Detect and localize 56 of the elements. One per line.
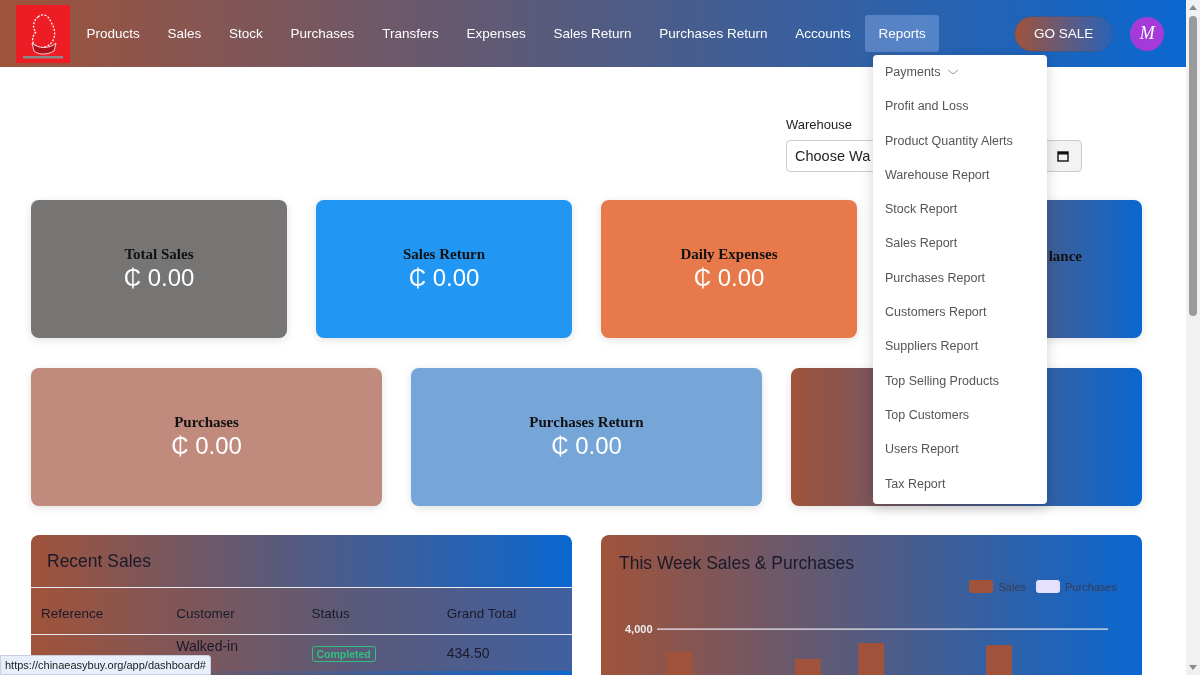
calendar-icon bbox=[1057, 150, 1069, 162]
menu-item[interactable]: Product Quantity Alerts bbox=[873, 123, 1047, 158]
nav-link[interactable]: Products bbox=[73, 15, 154, 52]
sales-bar bbox=[794, 658, 821, 675]
avatar-letter: M bbox=[1139, 23, 1155, 44]
menu-item[interactable]: Sales Report bbox=[873, 226, 1047, 261]
nav-link[interactable]: Sales Return bbox=[540, 15, 645, 52]
scrollbar[interactable] bbox=[1186, 0, 1200, 675]
menu-item[interactable]: Profit and Loss bbox=[873, 89, 1047, 124]
avatar[interactable]: M bbox=[1130, 16, 1165, 51]
go-sale-button[interactable]: GO SALE bbox=[1014, 15, 1114, 52]
menu-item[interactable]: Top Selling Products bbox=[873, 363, 1047, 398]
card-title: Purchases Return bbox=[529, 414, 644, 431]
column-header: Customer bbox=[166, 588, 302, 635]
sales-bar bbox=[985, 645, 1012, 675]
card-amount: ₵ 0.00 bbox=[693, 264, 765, 292]
card-title: Sales Return bbox=[402, 246, 486, 263]
legend-label: Sales bbox=[998, 580, 1026, 593]
legend-label: Purchases bbox=[1065, 580, 1117, 593]
menu-item[interactable]: Users Report bbox=[873, 432, 1047, 467]
card-amount: ₵ 0.00 bbox=[408, 264, 480, 292]
menu-item[interactable]: Purchases Report bbox=[873, 260, 1047, 296]
menu-item[interactable]: Tax Report bbox=[873, 466, 1047, 501]
nav-link[interactable]: Expenses bbox=[453, 15, 540, 52]
card-amount: ₵ 0.00 bbox=[123, 264, 195, 292]
card-amount: ₵ 0.00 bbox=[171, 432, 242, 460]
card-title: Total Sales bbox=[124, 246, 194, 263]
status-url: https://chinaeasybuy.org/app/dashboard# bbox=[0, 655, 211, 675]
nav-link[interactable]: Accounts bbox=[781, 15, 865, 52]
card-title: Purchases bbox=[174, 414, 239, 431]
sales-bar bbox=[857, 643, 884, 675]
menu-item[interactable]: Suppliers Report bbox=[873, 329, 1047, 364]
panel-title: This Week Sales & Purchases bbox=[618, 552, 856, 574]
menu-item[interactable]: Customers Report bbox=[873, 295, 1047, 330]
card-amount: ₵ 0.00 bbox=[551, 432, 622, 460]
table-cell: 434.50 bbox=[436, 634, 572, 671]
nav-link[interactable]: Purchases bbox=[277, 15, 368, 52]
column-header: Reference bbox=[31, 588, 167, 635]
status-badge: Completed bbox=[311, 646, 376, 662]
nav-link[interactable]: Transfers bbox=[368, 15, 453, 52]
column-header: Status bbox=[301, 588, 437, 635]
nav-link[interactable]: Sales bbox=[154, 15, 215, 52]
card-title: Daily Expenses bbox=[680, 246, 778, 263]
axis-tick-label: 4,000 bbox=[625, 623, 653, 635]
menu-item[interactable]: Warehouse Report bbox=[873, 157, 1047, 193]
nav-link[interactable]: Reports bbox=[865, 15, 940, 52]
card-title: lance bbox=[1048, 248, 1082, 265]
menu-item[interactable]: Top Customers bbox=[873, 397, 1047, 433]
menu-item[interactable]: Payments bbox=[873, 55, 1047, 90]
column-header: Grand Total bbox=[436, 588, 572, 635]
sales-bar bbox=[666, 652, 693, 675]
nav-link[interactable]: Purchases Return bbox=[645, 15, 781, 52]
menu-item[interactable]: Stock Report bbox=[873, 192, 1047, 227]
field-label: Warehouse bbox=[786, 117, 853, 132]
logo-icon[interactable] bbox=[16, 4, 70, 63]
nav-link[interactable]: Stock bbox=[215, 15, 277, 52]
